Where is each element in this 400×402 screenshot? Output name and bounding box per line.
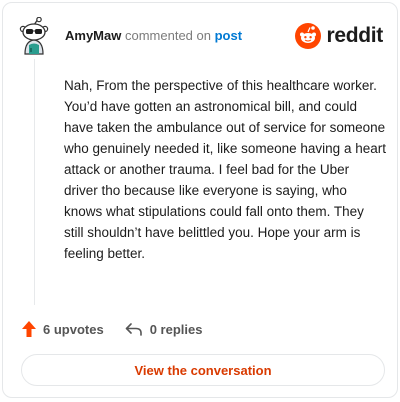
upvote-arrow-icon [22,321,36,337]
comment-thread-line [34,59,35,305]
action-text: commented on [124,28,211,43]
reply-button[interactable]: 0 replies [124,321,203,337]
avatar[interactable] [17,16,51,55]
view-conversation-button[interactable]: View the conversation [21,354,385,386]
upvote-count: 6 upvotes [43,321,104,337]
reddit-wordmark: reddit [326,24,383,47]
comment-meta: AmyMaw commented on post [65,28,242,44]
reddit-logo[interactable]: reddit [295,23,383,49]
comment-actions: 6 upvotes 0 replies [21,318,222,340]
reddit-logo-icon [295,23,322,49]
comment-header: AmyMaw commented on post reddit [3,3,397,67]
avatar-snoo-icon [19,16,49,55]
post-link[interactable]: post [215,28,242,43]
upvote-button[interactable]: 6 upvotes [21,320,104,338]
comment-body: Nah, From the perspective of this health… [64,78,386,261]
reply-count: 0 replies [149,321,203,337]
username-link[interactable]: AmyMaw [65,28,121,43]
reply-arrow-icon [125,323,142,336]
comment-card: AmyMaw commented on post reddit Nah, Fro… [2,2,398,398]
